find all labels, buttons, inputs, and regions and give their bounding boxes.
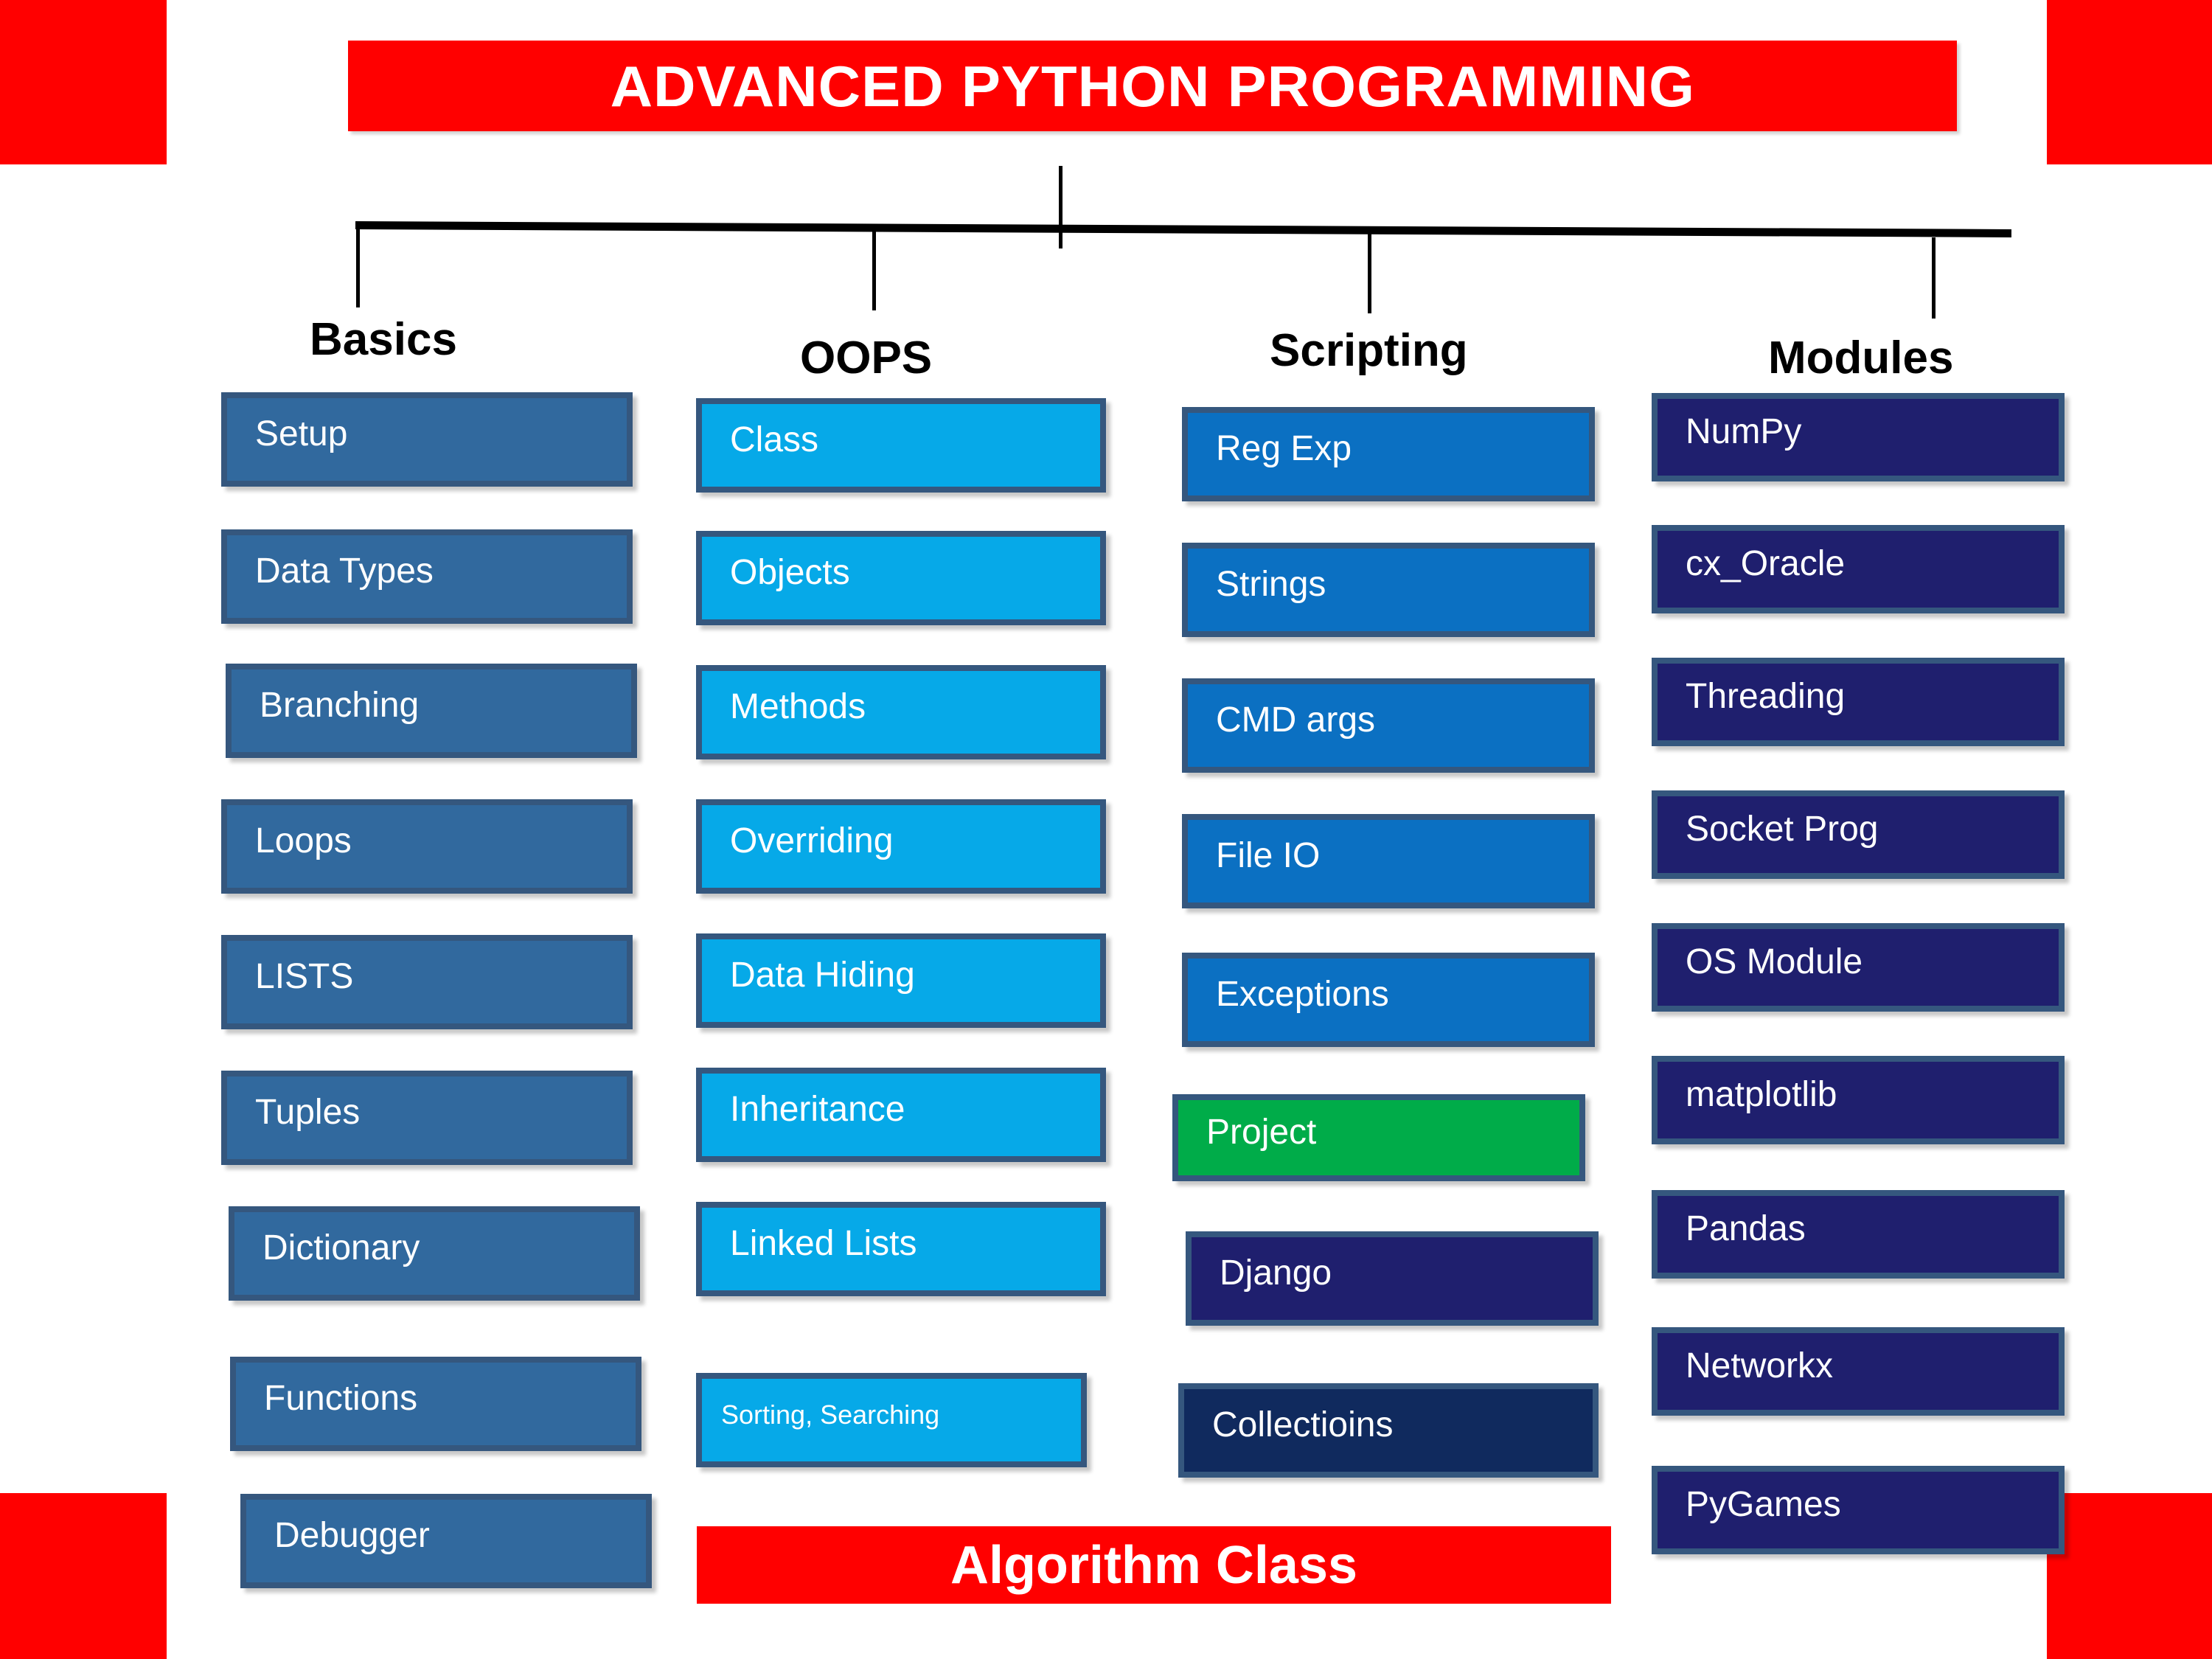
node-scripting-reg-exp[interactable]: Reg Exp — [1182, 407, 1595, 501]
node-label: Strings — [1216, 565, 1326, 604]
node-modules-threading[interactable]: Threading — [1652, 658, 2065, 746]
node-oops-class[interactable]: Class — [696, 398, 1106, 493]
node-modules-os-module[interactable]: OS Module — [1652, 923, 2065, 1012]
node-label: Inheritance — [730, 1090, 905, 1129]
node-label: PyGames — [1686, 1485, 1841, 1524]
node-oops-inheritance[interactable]: Inheritance — [696, 1068, 1106, 1162]
column-header-oops: OOPS — [800, 333, 933, 383]
corner-accent-bottom-right — [2047, 1493, 2212, 1659]
node-scripting-collections[interactable]: Collectioins — [1178, 1383, 1599, 1478]
node-modules-matplotlib[interactable]: matplotlib — [1652, 1056, 2065, 1144]
node-oops-linked-lists[interactable]: Linked Lists — [696, 1202, 1106, 1296]
connector-drop-modules — [1932, 237, 1935, 319]
node-basics-loops[interactable]: Loops — [221, 799, 633, 894]
diagram-canvas: ADVANCED PYTHON PROGRAMMING Basics OOPS … — [0, 0, 2212, 1659]
node-label: Linked Lists — [730, 1224, 917, 1263]
node-label: Branching — [260, 686, 420, 725]
node-label: Data Types — [255, 552, 434, 591]
node-label: Tuples — [255, 1093, 361, 1132]
algorithm-class-label: Algorithm Class — [950, 1535, 1358, 1595]
node-label: Setup — [255, 414, 348, 453]
node-scripting-exceptions[interactable]: Exceptions — [1182, 953, 1595, 1047]
node-label: Exceptions — [1216, 975, 1389, 1014]
node-label: Pandas — [1686, 1209, 1806, 1248]
node-basics-branching[interactable]: Branching — [226, 664, 637, 758]
node-label: cx_Oracle — [1686, 544, 1846, 583]
node-label: Networkx — [1686, 1346, 1834, 1385]
node-label: Project — [1206, 1113, 1317, 1152]
node-scripting-file-io[interactable]: File IO — [1182, 814, 1595, 908]
node-label: NumPy — [1686, 412, 1802, 451]
node-label: Overriding — [730, 821, 894, 860]
node-basics-debugger[interactable]: Debugger — [240, 1494, 652, 1588]
node-label: Collectioins — [1212, 1405, 1394, 1444]
node-modules-socket-prog[interactable]: Socket Prog — [1652, 790, 2065, 879]
node-label: Sorting, Searching — [721, 1399, 940, 1430]
node-label: Objects — [730, 553, 850, 592]
node-basics-tuples[interactable]: Tuples — [221, 1071, 633, 1165]
connector-drop-basics — [356, 226, 360, 307]
node-oops-overriding[interactable]: Overriding — [696, 799, 1106, 894]
node-label: Debugger — [274, 1516, 430, 1555]
node-basics-lists[interactable]: LISTS — [221, 935, 633, 1029]
node-oops-methods[interactable]: Methods — [696, 665, 1106, 759]
node-basics-dictionary[interactable]: Dictionary — [229, 1206, 640, 1301]
column-header-modules: Modules — [1768, 333, 1954, 383]
column-header-basics: Basics — [310, 314, 457, 365]
node-label: Socket Prog — [1686, 810, 1879, 849]
diagram-title-banner: ADVANCED PYTHON PROGRAMMING — [348, 41, 1957, 131]
node-oops-sorting-searching[interactable]: Sorting, Searching — [696, 1373, 1087, 1467]
node-label: Methods — [730, 687, 866, 726]
node-label: Reg Exp — [1216, 429, 1352, 468]
node-basics-functions[interactable]: Functions — [230, 1357, 641, 1451]
node-label: Functions — [264, 1379, 418, 1418]
node-label: CMD args — [1216, 700, 1376, 740]
node-modules-pandas[interactable]: Pandas — [1652, 1190, 2065, 1279]
node-scripting-project[interactable]: Project — [1172, 1094, 1585, 1181]
node-label: OS Module — [1686, 942, 1863, 981]
node-label: Django — [1220, 1253, 1332, 1293]
node-basics-setup[interactable]: Setup — [221, 392, 633, 487]
node-oops-objects[interactable]: Objects — [696, 531, 1106, 625]
node-label: LISTS — [255, 957, 354, 996]
node-oops-data-hiding[interactable]: Data Hiding — [696, 933, 1106, 1028]
node-modules-cx-oracle[interactable]: cx_Oracle — [1652, 525, 2065, 613]
node-scripting-strings[interactable]: Strings — [1182, 543, 1595, 637]
node-label: Dictionary — [262, 1228, 420, 1267]
node-modules-networkx[interactable]: Networkx — [1652, 1327, 2065, 1416]
algorithm-class-banner: Algorithm Class — [697, 1526, 1611, 1604]
connector-stem — [1059, 166, 1062, 248]
corner-accent-bottom-left — [0, 1493, 167, 1659]
connector-bus — [355, 221, 2011, 237]
column-header-scripting: Scripting — [1270, 325, 1468, 376]
node-modules-numpy[interactable]: NumPy — [1652, 393, 2065, 481]
connector-drop-oops — [872, 229, 876, 310]
node-scripting-cmd-args[interactable]: CMD args — [1182, 678, 1595, 773]
node-label: Threading — [1686, 677, 1846, 716]
node-scripting-django[interactable]: Django — [1186, 1231, 1599, 1326]
node-label: Data Hiding — [730, 956, 915, 995]
node-label: File IO — [1216, 836, 1321, 875]
corner-accent-top-right — [2047, 0, 2212, 164]
node-label: Class — [730, 420, 819, 459]
connector-drop-scripting — [1368, 232, 1371, 313]
corner-accent-top-left — [0, 0, 167, 164]
node-modules-pygames[interactable]: PyGames — [1652, 1466, 2065, 1554]
page-title: ADVANCED PYTHON PROGRAMMING — [610, 53, 1695, 119]
node-basics-data-types[interactable]: Data Types — [221, 529, 633, 624]
node-label: matplotlib — [1686, 1075, 1837, 1114]
node-label: Loops — [255, 821, 352, 860]
